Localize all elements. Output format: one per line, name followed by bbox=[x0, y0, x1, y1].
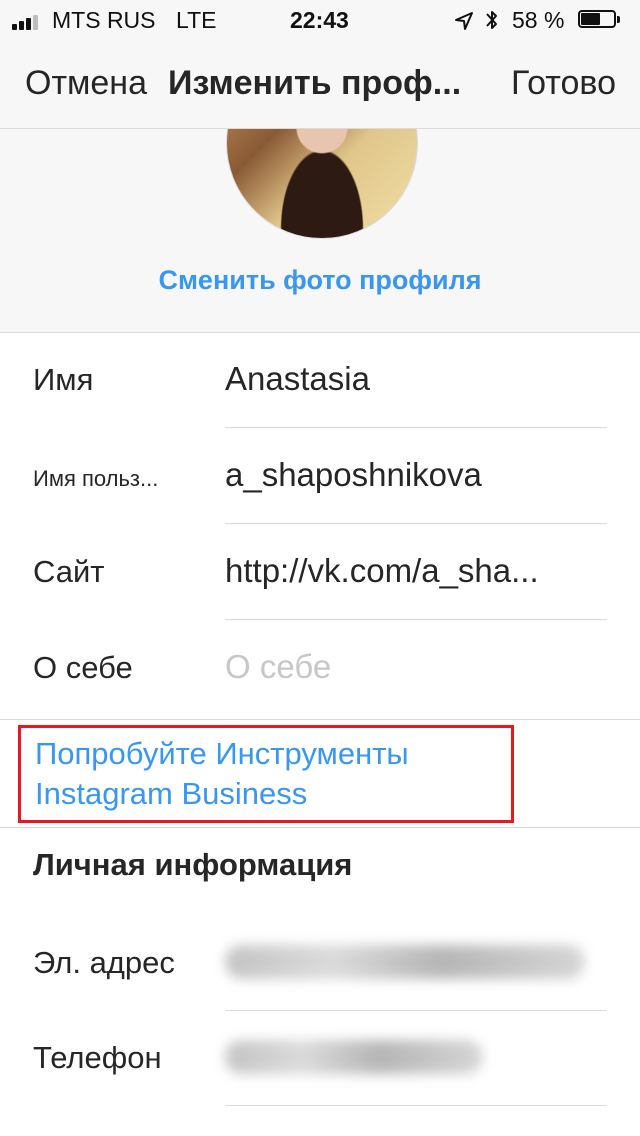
website-label: Сайт bbox=[33, 554, 105, 589]
done-button[interactable]: Готово bbox=[511, 64, 616, 103]
phone-row: Телефон bbox=[0, 1010, 640, 1106]
carrier-name: MTS RUS bbox=[52, 7, 156, 33]
section-divider bbox=[0, 827, 640, 828]
name-field[interactable]: Anastasia bbox=[225, 360, 605, 398]
business-tools-link[interactable]: Попробуйте Инструменты Instagram Busines… bbox=[35, 734, 409, 814]
website-field[interactable]: http://vk.com/a_sha... bbox=[225, 552, 605, 590]
battery-percent: 58 % bbox=[512, 7, 565, 33]
email-label: Эл. адрес bbox=[33, 945, 175, 980]
bluetooth-icon bbox=[486, 11, 497, 29]
username-row: Имя польз... a_shaposhnikova bbox=[0, 428, 640, 524]
change-photo-button[interactable]: Сменить фото профиля bbox=[0, 265, 640, 296]
divider bbox=[225, 1105, 607, 1106]
website-row: Сайт http://vk.com/a_sha... bbox=[0, 524, 640, 620]
business-link-line2: Instagram Business bbox=[35, 776, 308, 811]
navigation-bar: Отмена Изменить проф... Готово bbox=[0, 40, 640, 129]
section-divider bbox=[0, 719, 640, 720]
name-label: Имя bbox=[33, 362, 94, 397]
phone-label: Телефон bbox=[33, 1040, 162, 1075]
bio-field[interactable]: О себе bbox=[225, 648, 605, 686]
avatar[interactable] bbox=[226, 129, 418, 239]
network-type: LTE bbox=[176, 7, 217, 33]
business-link-line1: Попробуйте Инструменты bbox=[35, 736, 409, 771]
personal-info-heading: Личная информация bbox=[33, 847, 353, 882]
cancel-button[interactable]: Отмена bbox=[25, 64, 147, 103]
bio-row: О себе О себе bbox=[0, 620, 640, 716]
clock: 22:43 bbox=[290, 7, 349, 33]
battery-icon bbox=[578, 10, 622, 30]
business-tools-highlight: Попробуйте Инструменты Instagram Busines… bbox=[18, 725, 514, 823]
profile-photo-section: Сменить фото профиля bbox=[0, 129, 640, 333]
email-field[interactable] bbox=[225, 945, 585, 979]
name-row: Имя Anastasia bbox=[0, 332, 640, 428]
email-row: Эл. адрес bbox=[0, 915, 640, 1011]
page-title: Изменить проф... bbox=[168, 64, 462, 102]
username-field[interactable]: a_shaposhnikova bbox=[225, 456, 605, 494]
username-label: Имя польз... bbox=[33, 466, 159, 491]
bio-label: О себе bbox=[33, 650, 133, 685]
location-arrow-icon bbox=[455, 12, 473, 30]
phone-field[interactable] bbox=[225, 1040, 483, 1074]
status-bar: MTS RUS LTE 22:43 58 % bbox=[0, 0, 640, 40]
signal-icon bbox=[12, 14, 44, 30]
